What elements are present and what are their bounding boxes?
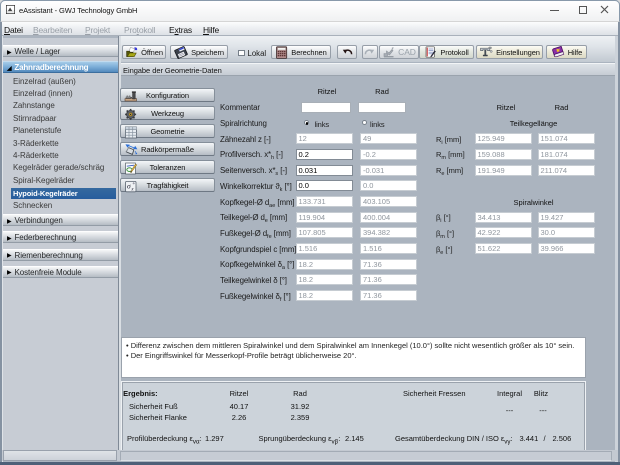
- svg-text:σ: σ: [127, 181, 131, 190]
